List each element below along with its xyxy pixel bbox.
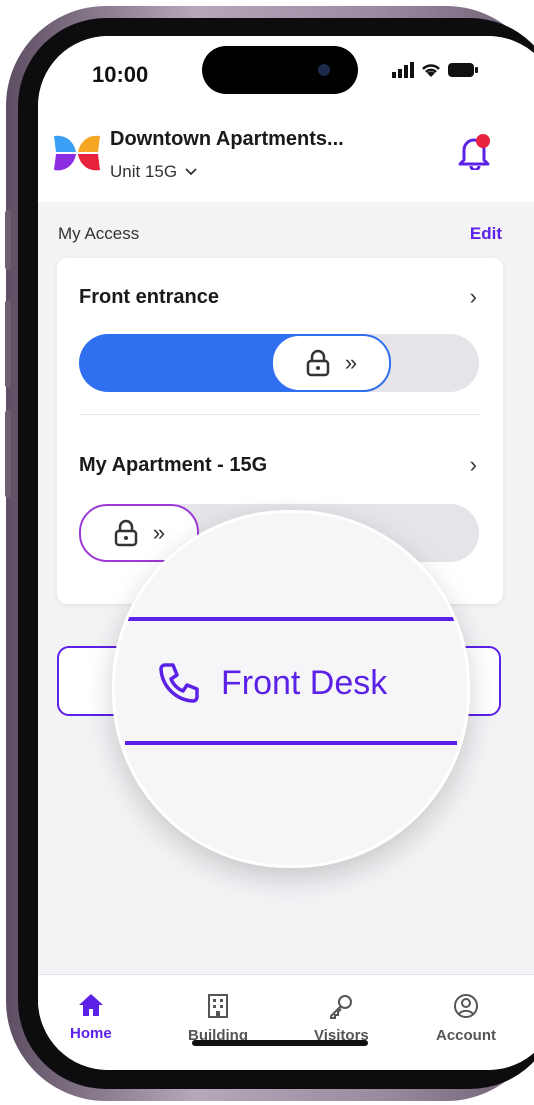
unlock-slider-front-entrance[interactable]: » bbox=[79, 334, 479, 392]
home-indicator[interactable] bbox=[192, 1040, 368, 1046]
double-chevron-icon: » bbox=[344, 350, 358, 375]
side-button bbox=[5, 410, 11, 498]
divider bbox=[79, 414, 481, 415]
double-chevron-icon: » bbox=[152, 520, 166, 545]
app-screen: 10:00 Downtown Apartments... Unit 15G My… bbox=[38, 36, 534, 1070]
tab-label: Home bbox=[70, 1025, 112, 1042]
wifi-icon bbox=[422, 64, 440, 77]
section-my-access: My Access bbox=[58, 224, 140, 243]
side-button bbox=[5, 300, 11, 388]
account-icon bbox=[454, 994, 478, 1018]
tab-home[interactable]: Home bbox=[70, 993, 112, 1042]
unit-label: Unit 15G bbox=[110, 162, 178, 181]
tab-label: Account bbox=[436, 1027, 496, 1044]
door-title-front-entrance[interactable]: Front entrance bbox=[79, 286, 219, 309]
property-title[interactable]: Downtown Apartments... bbox=[110, 128, 344, 151]
key-icon bbox=[330, 995, 353, 1019]
lock-icon bbox=[114, 519, 138, 547]
building-icon bbox=[208, 994, 228, 1018]
magnified-front-desk[interactable]: Front Desk bbox=[155, 659, 387, 707]
property-header: Downtown Apartments... Unit 15G bbox=[38, 106, 534, 202]
tab-bar: Home Building Visitors Account bbox=[38, 974, 534, 1070]
slider-knob[interactable]: » bbox=[271, 334, 391, 392]
notification-bell-icon[interactable] bbox=[458, 134, 492, 170]
signal-icon bbox=[392, 62, 414, 78]
butterfly-logo bbox=[54, 135, 100, 171]
lock-icon bbox=[306, 349, 330, 377]
status-bar: 10:00 bbox=[38, 36, 534, 106]
edit-button[interactable]: Edit bbox=[470, 224, 502, 244]
camera-icon bbox=[318, 64, 330, 76]
unit-selector[interactable]: Unit 15G bbox=[110, 162, 197, 182]
front-desk-label: Front Desk bbox=[221, 663, 388, 702]
door-title-my-apartment[interactable]: My Apartment - 15G bbox=[79, 454, 267, 477]
tab-account[interactable]: Account bbox=[436, 993, 496, 1044]
system-icons bbox=[392, 62, 478, 78]
battery-icon bbox=[448, 63, 478, 77]
chevron-right-icon[interactable]: › bbox=[470, 452, 477, 478]
magnified-button-border bbox=[125, 741, 457, 745]
chevron-right-icon[interactable]: › bbox=[470, 284, 477, 310]
tab-building[interactable]: Building bbox=[188, 993, 248, 1044]
side-button bbox=[5, 210, 11, 270]
tab-visitors[interactable]: Visitors bbox=[314, 993, 369, 1044]
home-icon bbox=[78, 994, 103, 1016]
phone-icon bbox=[159, 663, 199, 703]
notification-dot bbox=[476, 134, 490, 148]
magnifier-overlay: Front Desk bbox=[112, 510, 470, 868]
status-time: 10:00 bbox=[92, 62, 149, 87]
dynamic-island bbox=[202, 46, 358, 94]
magnified-button-border bbox=[125, 617, 457, 621]
chevron-down-icon bbox=[185, 168, 197, 176]
